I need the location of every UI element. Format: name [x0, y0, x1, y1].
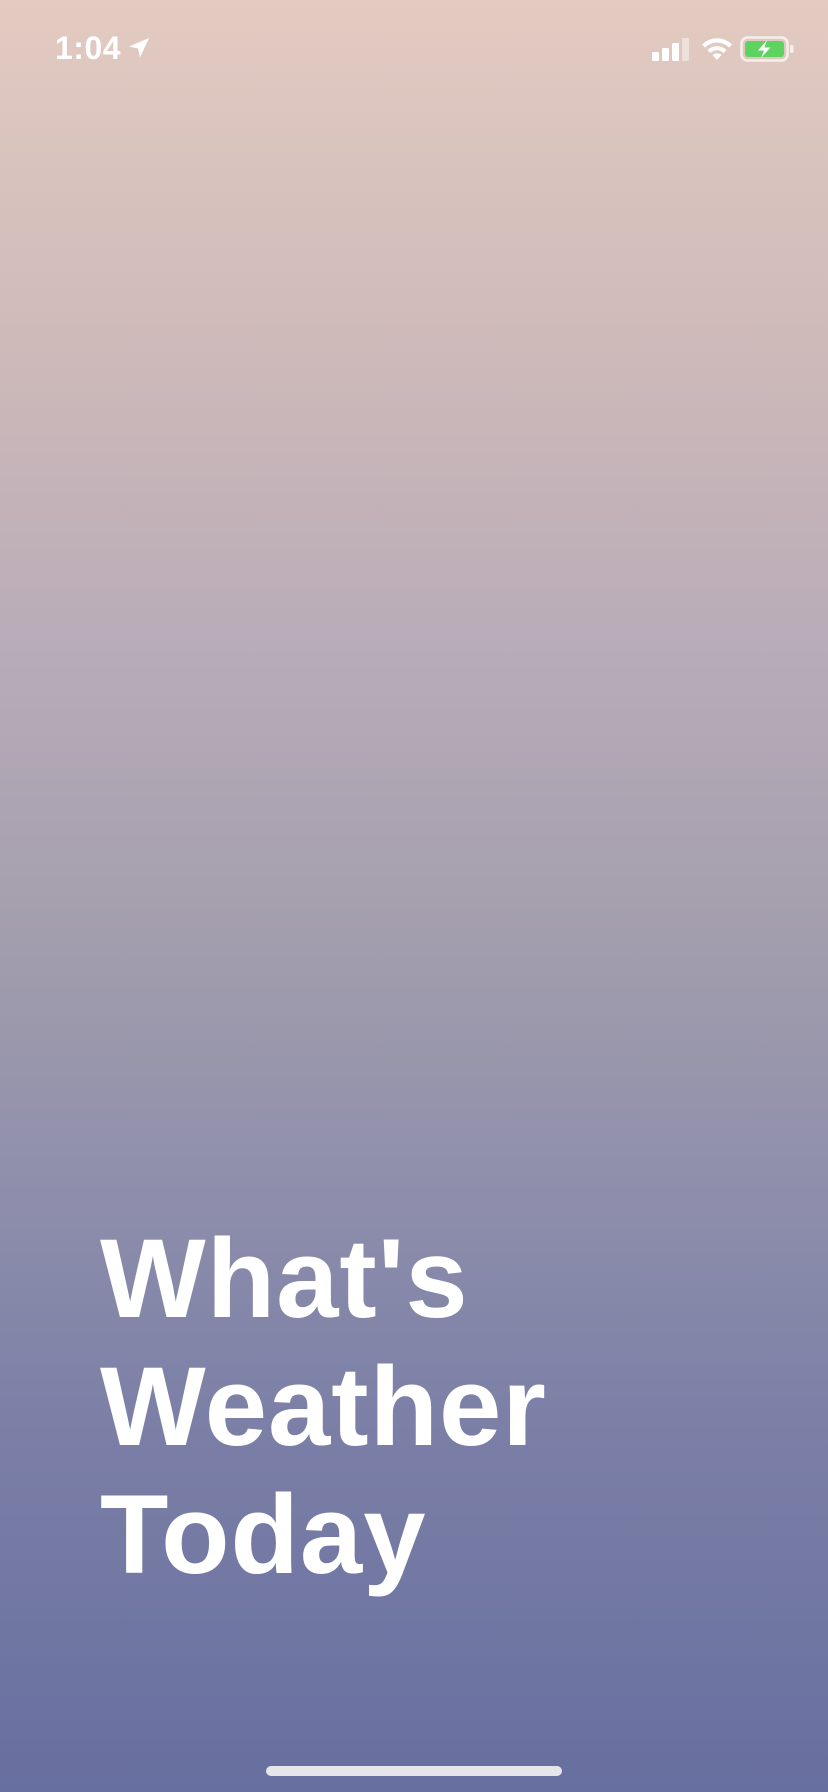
status-time: 1:04: [55, 30, 122, 66]
wifi-icon: [702, 38, 732, 60]
status-bar: 1:04: [0, 0, 828, 100]
battery-charging-icon: [740, 36, 794, 62]
title-line: What's: [100, 1216, 469, 1341]
title-line: Today: [100, 1472, 427, 1597]
home-indicator[interactable]: [266, 1766, 562, 1776]
app-title: What's Weather Today: [100, 1215, 720, 1599]
location-arrow-icon: [129, 38, 149, 58]
cellular-signal-icon: [652, 38, 689, 61]
title-line: Weather: [100, 1344, 547, 1469]
splash-screen: 1:04 What's Weather Today: [0, 0, 828, 1792]
